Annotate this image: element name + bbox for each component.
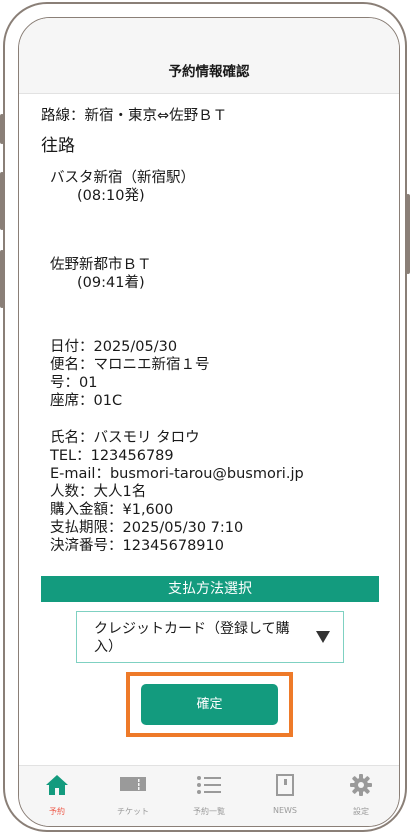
phone-frame: 予約情報確認 路線：新宿・東京⇔佐野ＢＴ 往路 バスタ新宿（新宿駅） (08:1… — [0, 2, 410, 832]
bus-name: 便名：マロニエ新宿１号 — [50, 357, 210, 373]
side-button — [406, 194, 410, 274]
news-icon — [276, 774, 294, 796]
arrival-time: (09:41着) — [77, 275, 145, 291]
tab-ticket[interactable]: チケット — [95, 766, 171, 826]
route-text: 路線：新宿・東京⇔佐野ＢＴ — [41, 108, 228, 124]
payment-method-select[interactable]: クレジットカード（登録して購入） — [76, 611, 344, 663]
car-number: 号：01 — [50, 375, 98, 391]
section-heading: 往路 — [41, 136, 75, 156]
tab-settings[interactable]: 設定 — [323, 766, 399, 826]
confirm-button[interactable]: 確定 — [141, 684, 278, 725]
purchase-amount: 購入金額：¥1,600 — [50, 502, 174, 518]
seat-number: 座席：01C — [50, 393, 123, 409]
tab-reservation-list[interactable]: 予約一覧 — [171, 766, 247, 826]
trip-date: 日付：2025/05/30 — [50, 339, 178, 355]
ticket-icon — [120, 777, 146, 791]
customer-tel: TEL：123456789 — [50, 448, 174, 464]
tab-news[interactable]: NEWS — [247, 766, 323, 826]
app-header: 予約情報確認 — [19, 18, 399, 94]
passenger-count: 人数：大人1名 — [50, 484, 147, 500]
tab-label: チケット — [117, 807, 149, 816]
tab-label: 設定 — [353, 807, 369, 816]
payment-number: 決済番号：12345678910 — [50, 538, 224, 554]
screen: 予約情報確認 路線：新宿・東京⇔佐野ＢＴ 往路 バスタ新宿（新宿駅） (08:1… — [18, 17, 400, 827]
customer-email: E-mail：busmori-tarou@busmori.jp — [50, 466, 304, 482]
list-icon — [197, 776, 221, 794]
payment-method-header: 支払方法選択 — [41, 576, 379, 602]
side-button — [0, 250, 4, 308]
tab-reserve[interactable]: 予約 — [19, 766, 95, 826]
arrival-stop: 佐野新都市ＢＴ — [50, 257, 152, 273]
payment-method-value: クレジットカード（登録して購入） — [94, 621, 290, 655]
page-title: 予約情報確認 — [168, 64, 250, 80]
tab-label: 予約一覧 — [193, 807, 225, 816]
payment-deadline: 支払期限：2025/05/30 7:10 — [50, 520, 244, 536]
side-button — [0, 114, 4, 144]
departure-stop: バスタ新宿（新宿駅） — [50, 170, 195, 186]
gear-icon — [350, 774, 372, 796]
dropdown-arrow-icon — [316, 631, 330, 643]
home-icon — [46, 775, 68, 795]
confirm-highlight: 確定 — [126, 672, 293, 737]
tab-bar: 予約 チケット 予約一覧 NEWS 設定 — [19, 765, 399, 826]
side-button — [0, 172, 4, 230]
tab-label: 予約 — [49, 807, 65, 816]
departure-time: (08:10発) — [77, 188, 145, 204]
customer-name: 氏名：バスモリ タロウ — [50, 430, 200, 446]
tab-label: NEWS — [272, 806, 298, 815]
